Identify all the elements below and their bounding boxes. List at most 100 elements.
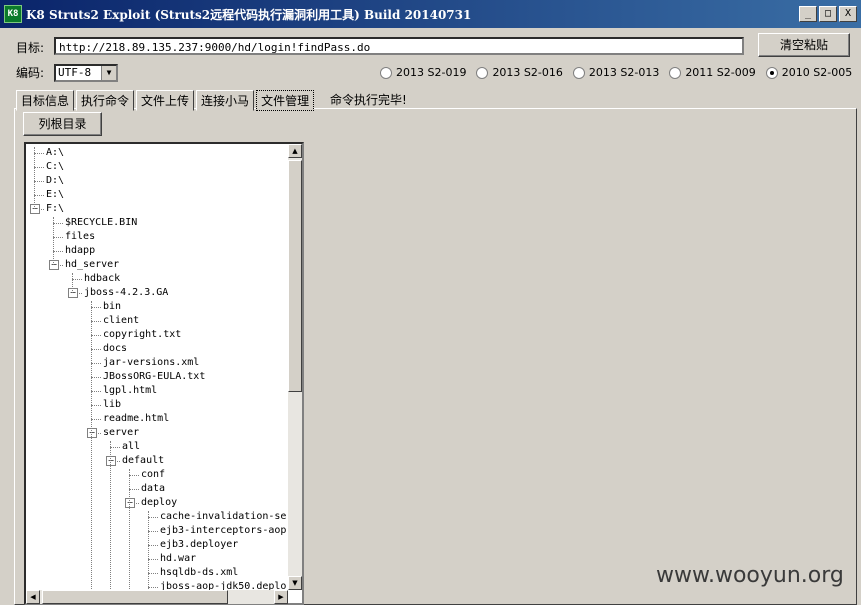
tree-connector [53,223,63,224]
scroll-up-icon[interactable]: ▲ [288,144,302,158]
tree-node[interactable]: jar-versions.xml [103,357,199,369]
radio-label: 2011 S2-009 [685,66,756,79]
tree-node[interactable]: E:\ [46,189,64,201]
tree-guide-line [53,217,54,265]
tab-1[interactable]: 执行命令 [76,90,135,111]
tree-connector [91,321,101,322]
tree-node[interactable]: hd.war [160,553,196,565]
exploit-radio-0[interactable]: 2013 S2-019 [380,66,466,79]
tree-connector [91,419,101,420]
encoding-select[interactable]: UTF-8 ▼ [54,64,118,82]
tree-node[interactable]: client [103,315,139,327]
target-url-input[interactable]: http://218.89.135.237:9000/hd/login!find… [54,37,744,55]
window-title: K8 Struts2 Exploit (Struts2远程代码执行漏洞利用工具)… [26,7,472,22]
collapse-icon[interactable]: − [87,428,97,438]
tab-4[interactable]: 文件管理 [256,90,315,111]
collapse-icon[interactable]: − [68,288,78,298]
tree-guide-line [129,469,130,603]
tree-guide-line [34,147,35,209]
close-button[interactable]: X [839,6,857,22]
tab-3[interactable]: 连接小马 [196,90,255,111]
radio-label: 2010 S2-005 [781,66,853,79]
tree-node[interactable]: all [122,441,140,453]
exploit-radio-4[interactable]: 2010 S2-005 [765,66,853,79]
tree-node[interactable]: C:\ [46,161,64,173]
tree-connector [91,363,101,364]
tree-node[interactable]: conf [141,469,165,481]
tree-node[interactable]: jboss-4.2.3.GA [84,287,168,299]
tree-connector [34,195,44,196]
list-root-button[interactable]: 列根目录 [23,112,102,136]
horizontal-scroll-thumb[interactable] [42,590,228,604]
radio-label: 2013 S2-016 [492,66,563,79]
radio-circle-icon[interactable] [572,66,585,79]
target-label: 目标: [16,41,45,55]
scroll-left-icon[interactable]: ◀ [26,590,40,604]
tree-node[interactable]: hd_server [65,259,119,271]
tree-node[interactable]: deploy [141,497,177,509]
tree-guide-line [72,273,73,293]
tree-node[interactable]: bin [103,301,121,313]
tree-node[interactable]: files [65,231,95,243]
tree-connector [91,349,101,350]
maximize-button[interactable]: □ [819,6,837,22]
exploit-radio-1[interactable]: 2013 S2-016 [476,66,563,79]
dropdown-arrow-icon[interactable]: ▼ [101,66,116,80]
tree-connector [148,531,158,532]
tree-guide-line [110,441,111,603]
tree-node[interactable]: readme.html [103,413,169,425]
scroll-down-icon[interactable]: ▼ [288,576,302,590]
tree-node[interactable]: docs [103,343,127,355]
tree-connector [72,279,82,280]
directory-tree[interactable]: A:\ C:\ D:\ E:\ − F:\ $RECYCLE.BIN files hdapp − h… [24,142,304,605]
title-bar[interactable]: K8 K8 Struts2 Exploit (Struts2远程代码执行漏洞利用… [0,0,861,28]
tree-node[interactable]: ejb3-interceptors-aop [160,525,286,537]
tree-connector [53,251,63,252]
tree-connector [53,237,63,238]
tree-node[interactable]: hdback [84,273,120,285]
vertical-scroll-thumb[interactable] [288,160,302,392]
tree-connector [91,335,101,336]
tree-node[interactable]: copyright.txt [103,329,181,341]
tree-node[interactable]: D:\ [46,175,64,187]
tree-node[interactable]: default [122,455,164,467]
minimize-button[interactable]: _ [799,6,817,22]
tree-connector [148,545,158,546]
clear-paste-button[interactable]: 清空粘贴 [758,33,850,57]
tree-node[interactable]: data [141,483,165,495]
window-controls: _ □ X [799,6,857,22]
tab-2[interactable]: 文件上传 [136,90,195,111]
collapse-icon[interactable]: − [49,260,59,270]
status-text: 命令执行完毕! [330,93,407,107]
tree-node[interactable]: F:\ [46,203,64,215]
tree-node[interactable]: lgpl.html [103,385,157,397]
tree-node[interactable]: hdapp [65,245,95,257]
tree-vertical-scrollbar[interactable]: ▲ ▼ [288,144,302,590]
encoding-label: 编码: [16,66,45,80]
tree-node[interactable]: server [103,427,139,439]
tab-strip: 目标信息 执行命令 文件上传 连接小马 文件管理 [16,90,316,111]
tab-0[interactable]: 目标信息 [16,90,75,111]
tree-node[interactable]: hsqldb-ds.xml [160,567,238,579]
scroll-right-icon[interactable]: ▶ [274,590,288,604]
tree-connector [148,517,158,518]
tree-node[interactable]: A:\ [46,147,64,159]
tree-node[interactable]: $RECYCLE.BIN [65,217,137,229]
tree-connector [129,489,139,490]
radio-circle-icon[interactable] [765,66,778,79]
radio-circle-icon[interactable] [669,66,682,79]
tree-node[interactable]: JBossORG-EULA.txt [103,371,205,383]
collapse-icon[interactable]: − [106,456,116,466]
exploit-radio-2[interactable]: 2013 S2-013 [572,66,660,79]
radio-circle-icon[interactable] [380,66,392,79]
tree-node[interactable]: ejb3.deployer [160,539,238,551]
collapse-icon[interactable]: − [30,204,40,214]
radio-label: 2013 S2-013 [588,66,660,79]
exploit-radio-3[interactable]: 2011 S2-009 [669,66,756,79]
collapse-icon[interactable]: − [125,498,135,508]
radio-label: 2013 S2-019 [396,66,467,79]
radio-circle-icon[interactable] [476,66,489,79]
tree-horizontal-scrollbar[interactable]: ◀ ▶ [26,590,288,604]
tree-node[interactable]: cache-invalidation-se [160,511,286,523]
tree-node[interactable]: lib [103,399,121,411]
